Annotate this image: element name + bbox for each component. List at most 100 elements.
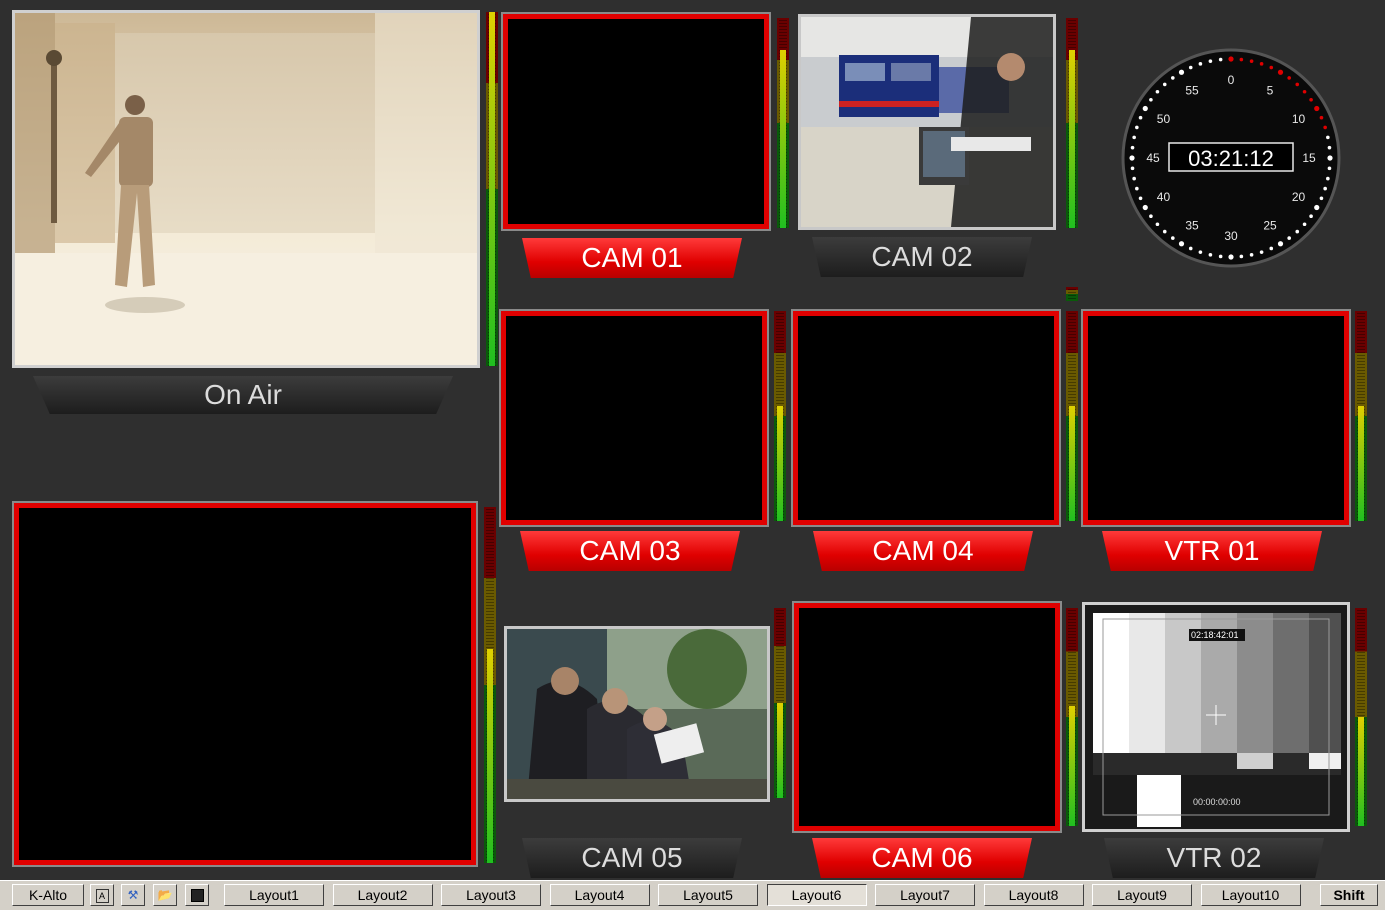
clock-numeral: 40 (1157, 190, 1171, 204)
cam04-audio-meter (1066, 311, 1078, 521)
cam05-monitor[interactable] (504, 626, 770, 802)
text-icon[interactable]: A (90, 884, 114, 906)
preview-audio-meter (484, 507, 496, 863)
layout-button-6[interactable]: Layout6 (766, 884, 867, 906)
clock-second-dot (1142, 105, 1148, 112)
clock-second-dot (1302, 89, 1307, 94)
clock-second-dot (1162, 229, 1167, 234)
clock-time: 03:21:12 (1188, 146, 1274, 171)
clock-second-dot (1155, 89, 1160, 94)
clock-second-dot (1269, 65, 1274, 70)
wrench-icon[interactable]: ⚒ (121, 884, 145, 906)
vtr02-timecode-top: 02:18:42:01 (1191, 630, 1239, 640)
vtr02-timecode-bottom: 00:00:00:00 (1193, 797, 1241, 807)
clock-second-dot (1188, 65, 1193, 70)
clock-numeral: 20 (1292, 190, 1306, 204)
on-air-monitor[interactable] (12, 10, 480, 368)
cam04-monitor[interactable] (793, 311, 1059, 525)
clock-second-dot (1142, 204, 1148, 211)
layout-button-5[interactable]: Layout5 (658, 884, 758, 906)
layout-button-4[interactable]: Layout4 (549, 884, 650, 906)
layout-button-2[interactable]: Layout2 (332, 884, 433, 906)
clock-second-dot (1132, 135, 1136, 140)
cam06-label: CAM 06 (812, 838, 1032, 878)
clock-second-dot (1155, 222, 1160, 227)
clock-second-dot (1277, 241, 1284, 247)
clock-second-dot (1259, 250, 1264, 254)
vtr01-label: VTR 01 (1102, 531, 1322, 571)
aux-audio-meter (1066, 287, 1078, 301)
cam03-audio-meter (774, 311, 786, 521)
clock-second-dot (1239, 254, 1244, 259)
clock-second-dot (1138, 196, 1143, 201)
clock-second-dot (1239, 57, 1244, 62)
clock-second-dot (1208, 59, 1213, 63)
cam02-monitor[interactable] (798, 14, 1056, 230)
clock-second-dot (1171, 76, 1175, 80)
on-air-video-frame (15, 13, 477, 365)
clock-second-dot (1135, 125, 1139, 130)
clock-numeral: 50 (1157, 112, 1171, 126)
studio-clock: 0 5 10 15 20 25 30 35 40 45 50 55 03:21:12 (1121, 48, 1341, 268)
bottom-toolbar: K-Alto A ⚒ 📂 Layout1 Layout2 Layout3 Layout… (0, 880, 1385, 910)
layout-button-8[interactable]: Layout8 (983, 884, 1084, 906)
clock-numeral: 0 (1228, 73, 1235, 87)
clock-second-dot (1323, 125, 1327, 130)
clock-second-dot (1319, 115, 1324, 120)
layout-button-9[interactable]: Layout9 (1092, 884, 1192, 906)
clock-numeral: 15 (1302, 151, 1316, 165)
vtr02-monitor[interactable]: 02:18:42:01 00:00:00:00 (1082, 602, 1350, 832)
clock-second-dot (1198, 250, 1203, 254)
save-icon[interactable] (185, 884, 209, 906)
layout-button-10[interactable]: Layout10 (1200, 884, 1301, 906)
cam06-audio-meter (1066, 608, 1078, 826)
clock-second-dot (1218, 57, 1223, 62)
on-air-audio-meter (486, 12, 498, 366)
vtr02-label: VTR 02 (1104, 838, 1324, 878)
shift-button[interactable]: Shift (1320, 884, 1378, 906)
clock-second-dot (1129, 155, 1135, 161)
clock-second-dot (1178, 241, 1185, 247)
cam02-video-frame (801, 17, 1053, 227)
clock-second-dot (1171, 236, 1175, 240)
clock-second-dot (1327, 145, 1332, 150)
layout-button-1[interactable]: Layout1 (224, 884, 324, 906)
cam06-monitor[interactable] (794, 603, 1060, 831)
clock-second-dot (1218, 254, 1223, 259)
clock-second-dot (1309, 98, 1313, 102)
open-folder-icon[interactable]: 📂 (153, 884, 177, 906)
layout-button-7[interactable]: Layout7 (875, 884, 975, 906)
cam03-monitor[interactable] (501, 311, 767, 525)
clock-numeral: 35 (1185, 219, 1199, 233)
clock-second-dot (1326, 135, 1330, 140)
cam05-audio-meter (774, 608, 786, 798)
vtr01-monitor[interactable] (1083, 311, 1349, 525)
clock-second-dot (1314, 204, 1320, 211)
cam05-label: CAM 05 (522, 838, 742, 878)
clock-numeral: 5 (1267, 83, 1274, 97)
clock-second-dot (1323, 186, 1327, 191)
clock-second-dot (1302, 222, 1307, 227)
clock-second-dot (1130, 166, 1135, 171)
clock-second-dot (1178, 69, 1185, 75)
clock-second-dot (1287, 236, 1291, 240)
cam01-audio-meter (777, 18, 789, 228)
vtr01-audio-meter (1355, 311, 1367, 521)
cam01-monitor[interactable] (503, 14, 769, 229)
clock-numeral: 55 (1185, 83, 1199, 97)
cam02-audio-meter (1066, 18, 1078, 228)
layout-button-3[interactable]: Layout3 (441, 884, 541, 906)
clock-numeral: 30 (1224, 229, 1238, 243)
clock-second-dot (1319, 196, 1324, 201)
clock-second-dot (1309, 214, 1313, 218)
preview-monitor[interactable] (14, 503, 476, 865)
clock-second-dot (1188, 246, 1193, 251)
clock-second-dot (1295, 229, 1300, 234)
k-alto-button[interactable]: K-Alto (12, 884, 84, 906)
clock-second-dot (1208, 253, 1213, 257)
clock-second-dot (1269, 246, 1274, 251)
clock-second-dot (1327, 155, 1333, 161)
multiviewer-screen: On Air CAM 01 CAM 02 0 5 10 15 20 25 30 35 40 45 5… (0, 0, 1385, 880)
clock-second-dot (1287, 76, 1291, 80)
clock-second-dot (1149, 98, 1153, 102)
